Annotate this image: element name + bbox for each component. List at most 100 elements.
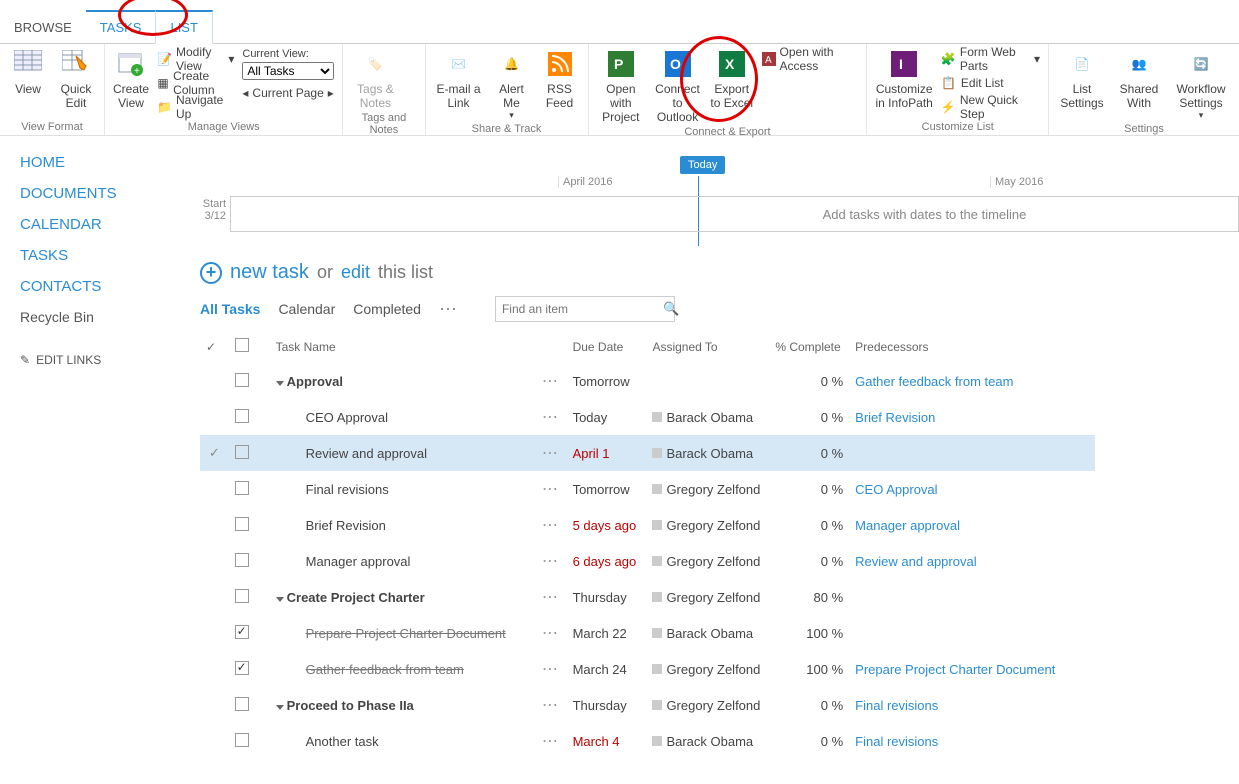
- create-column-button[interactable]: ▦Create Column: [157, 72, 234, 94]
- view-calendar[interactable]: Calendar: [278, 301, 335, 317]
- col-due-date[interactable]: Due Date: [567, 330, 647, 363]
- view-completed[interactable]: Completed: [353, 301, 421, 317]
- task-name[interactable]: Brief Revision: [306, 518, 386, 533]
- navigate-up-button[interactable]: 📁Navigate Up: [157, 96, 234, 118]
- assignee-name[interactable]: Barack Obama: [666, 410, 753, 425]
- row-menu-icon[interactable]: ⋯: [542, 625, 560, 642]
- row-checkbox[interactable]: [235, 409, 249, 423]
- row-checkbox[interactable]: [235, 445, 249, 459]
- col-predecessors[interactable]: Predecessors: [849, 330, 1095, 363]
- row-menu-icon[interactable]: ⋯: [542, 589, 560, 606]
- tab-list[interactable]: LIST: [155, 10, 212, 44]
- expand-caret-icon[interactable]: [276, 705, 284, 710]
- sidebar-item-documents[interactable]: DOCUMENTS: [20, 185, 200, 202]
- current-page-button[interactable]: ◂Current Page▸: [242, 82, 334, 104]
- next-icon[interactable]: ▸: [328, 86, 334, 100]
- shared-with-button[interactable]: 👥Shared With: [1115, 48, 1163, 110]
- table-row[interactable]: ✓Review and approval⋯April 1Barack Obama…: [200, 435, 1095, 471]
- edit-list-link[interactable]: edit: [341, 262, 370, 283]
- assignee-name[interactable]: Gregory Zelfond: [666, 482, 760, 497]
- predecessor-link[interactable]: Brief Revision: [855, 410, 935, 425]
- view-button[interactable]: View: [8, 48, 48, 96]
- row-checkbox[interactable]: [235, 733, 249, 747]
- new-quick-step-button[interactable]: ⚡New Quick Step: [941, 96, 1040, 118]
- open-access-button[interactable]: AOpen with Access: [762, 48, 859, 70]
- tab-tasks[interactable]: TASKS: [86, 10, 156, 43]
- table-row[interactable]: Create Project Charter⋯ThursdayGregory Z…: [200, 579, 1095, 615]
- col-task-name[interactable]: Task Name: [270, 330, 536, 363]
- edit-links-button[interactable]: ✎ EDIT LINKS: [20, 353, 200, 367]
- more-views-icon[interactable]: ⋯: [439, 299, 457, 320]
- row-menu-icon[interactable]: ⋯: [542, 445, 560, 462]
- alert-me-button[interactable]: 🔔Alert Me▾: [492, 48, 532, 121]
- assignee-name[interactable]: Barack Obama: [666, 626, 753, 641]
- task-name[interactable]: CEO Approval: [306, 410, 388, 425]
- edit-list-button[interactable]: 📋Edit List: [941, 72, 1040, 94]
- task-name[interactable]: Create Project Charter: [287, 590, 425, 605]
- row-menu-icon[interactable]: ⋯: [542, 481, 560, 498]
- search-icon[interactable]: 🔍: [663, 297, 679, 321]
- table-row[interactable]: Final revisions⋯TomorrowGregory Zelfond0…: [200, 471, 1095, 507]
- form-web-parts-button[interactable]: 🧩Form Web Parts▾: [941, 48, 1040, 70]
- row-menu-icon[interactable]: ⋯: [542, 661, 560, 678]
- assignee-name[interactable]: Barack Obama: [666, 734, 753, 749]
- assignee-name[interactable]: Gregory Zelfond: [666, 662, 760, 677]
- row-menu-icon[interactable]: ⋯: [542, 517, 560, 534]
- row-checkbox[interactable]: [235, 481, 249, 495]
- export-excel-button[interactable]: XExport to Excel: [710, 48, 754, 110]
- modify-view-button[interactable]: 📝Modify View▾: [157, 48, 234, 70]
- current-view-select[interactable]: All Tasks: [242, 62, 334, 80]
- row-menu-icon[interactable]: ⋯: [542, 553, 560, 570]
- task-name[interactable]: Gather feedback from team: [306, 662, 464, 677]
- predecessor-link[interactable]: Manager approval: [855, 518, 960, 533]
- table-row[interactable]: Manager approval⋯6 days agoGregory Zelfo…: [200, 543, 1095, 579]
- col-complete-check[interactable]: ✓: [200, 330, 229, 363]
- workflow-settings-button[interactable]: 🔄Workflow Settings▾: [1171, 48, 1231, 121]
- plus-icon[interactable]: +: [200, 262, 222, 284]
- task-name[interactable]: Proceed to Phase IIa: [287, 698, 414, 713]
- assignee-name[interactable]: Gregory Zelfond: [666, 698, 760, 713]
- table-row[interactable]: Another task⋯March 4Barack Obama0 %Final…: [200, 723, 1095, 759]
- row-checkbox[interactable]: [235, 553, 249, 567]
- row-checkbox[interactable]: [235, 697, 249, 711]
- row-menu-icon[interactable]: ⋯: [542, 409, 560, 426]
- task-name[interactable]: Manager approval: [306, 554, 411, 569]
- table-row[interactable]: Proceed to Phase IIa⋯ThursdayGregory Zel…: [200, 687, 1095, 723]
- row-checkbox[interactable]: [235, 589, 249, 603]
- expand-caret-icon[interactable]: [276, 381, 284, 386]
- new-task-link[interactable]: new task: [230, 261, 309, 284]
- sidebar-item-calendar[interactable]: CALENDAR: [20, 216, 200, 233]
- row-checkbox[interactable]: [235, 517, 249, 531]
- table-row[interactable]: Prepare Project Charter Document⋯March 2…: [200, 615, 1095, 651]
- assignee-name[interactable]: Barack Obama: [666, 446, 753, 461]
- row-menu-icon[interactable]: ⋯: [542, 697, 560, 714]
- predecessor-link[interactable]: Final revisions: [855, 698, 938, 713]
- open-project-button[interactable]: POpen with Project: [597, 48, 646, 124]
- create-view-button[interactable]: + Create View: [113, 48, 149, 110]
- sidebar-item-recycle-bin[interactable]: Recycle Bin: [20, 309, 200, 325]
- view-all-tasks[interactable]: All Tasks: [200, 301, 260, 317]
- tab-browse[interactable]: BROWSE: [0, 10, 86, 43]
- task-name[interactable]: Approval: [287, 374, 343, 389]
- prev-icon[interactable]: ◂: [242, 86, 248, 100]
- connect-outlook-button[interactable]: OConnect to Outlook: [653, 48, 702, 124]
- predecessor-link[interactable]: Final revisions: [855, 734, 938, 749]
- rss-feed-button[interactable]: RSS Feed: [540, 48, 580, 110]
- col-assigned-to[interactable]: Assigned To: [646, 330, 769, 363]
- row-menu-icon[interactable]: ⋯: [542, 733, 560, 750]
- table-row[interactable]: Brief Revision⋯5 days agoGregory Zelfond…: [200, 507, 1095, 543]
- predecessor-link[interactable]: Gather feedback from team: [855, 374, 1013, 389]
- predecessor-link[interactable]: Review and approval: [855, 554, 976, 569]
- row-checkbox[interactable]: [235, 373, 249, 387]
- timeline-box[interactable]: Add tasks with dates to the timeline: [230, 196, 1239, 232]
- predecessor-link[interactable]: CEO Approval: [855, 482, 937, 497]
- predecessor-link[interactable]: Prepare Project Charter Document: [855, 662, 1055, 677]
- list-settings-button[interactable]: 📄List Settings: [1057, 48, 1107, 110]
- task-name[interactable]: Another task: [306, 734, 379, 749]
- task-name[interactable]: Review and approval: [306, 446, 427, 461]
- email-link-button[interactable]: ✉️E-mail a Link: [434, 48, 484, 110]
- assignee-name[interactable]: Gregory Zelfond: [666, 518, 760, 533]
- col-select-all[interactable]: [229, 330, 270, 363]
- task-name[interactable]: Final revisions: [306, 482, 389, 497]
- quick-edit-button[interactable]: Quick Edit: [56, 48, 96, 110]
